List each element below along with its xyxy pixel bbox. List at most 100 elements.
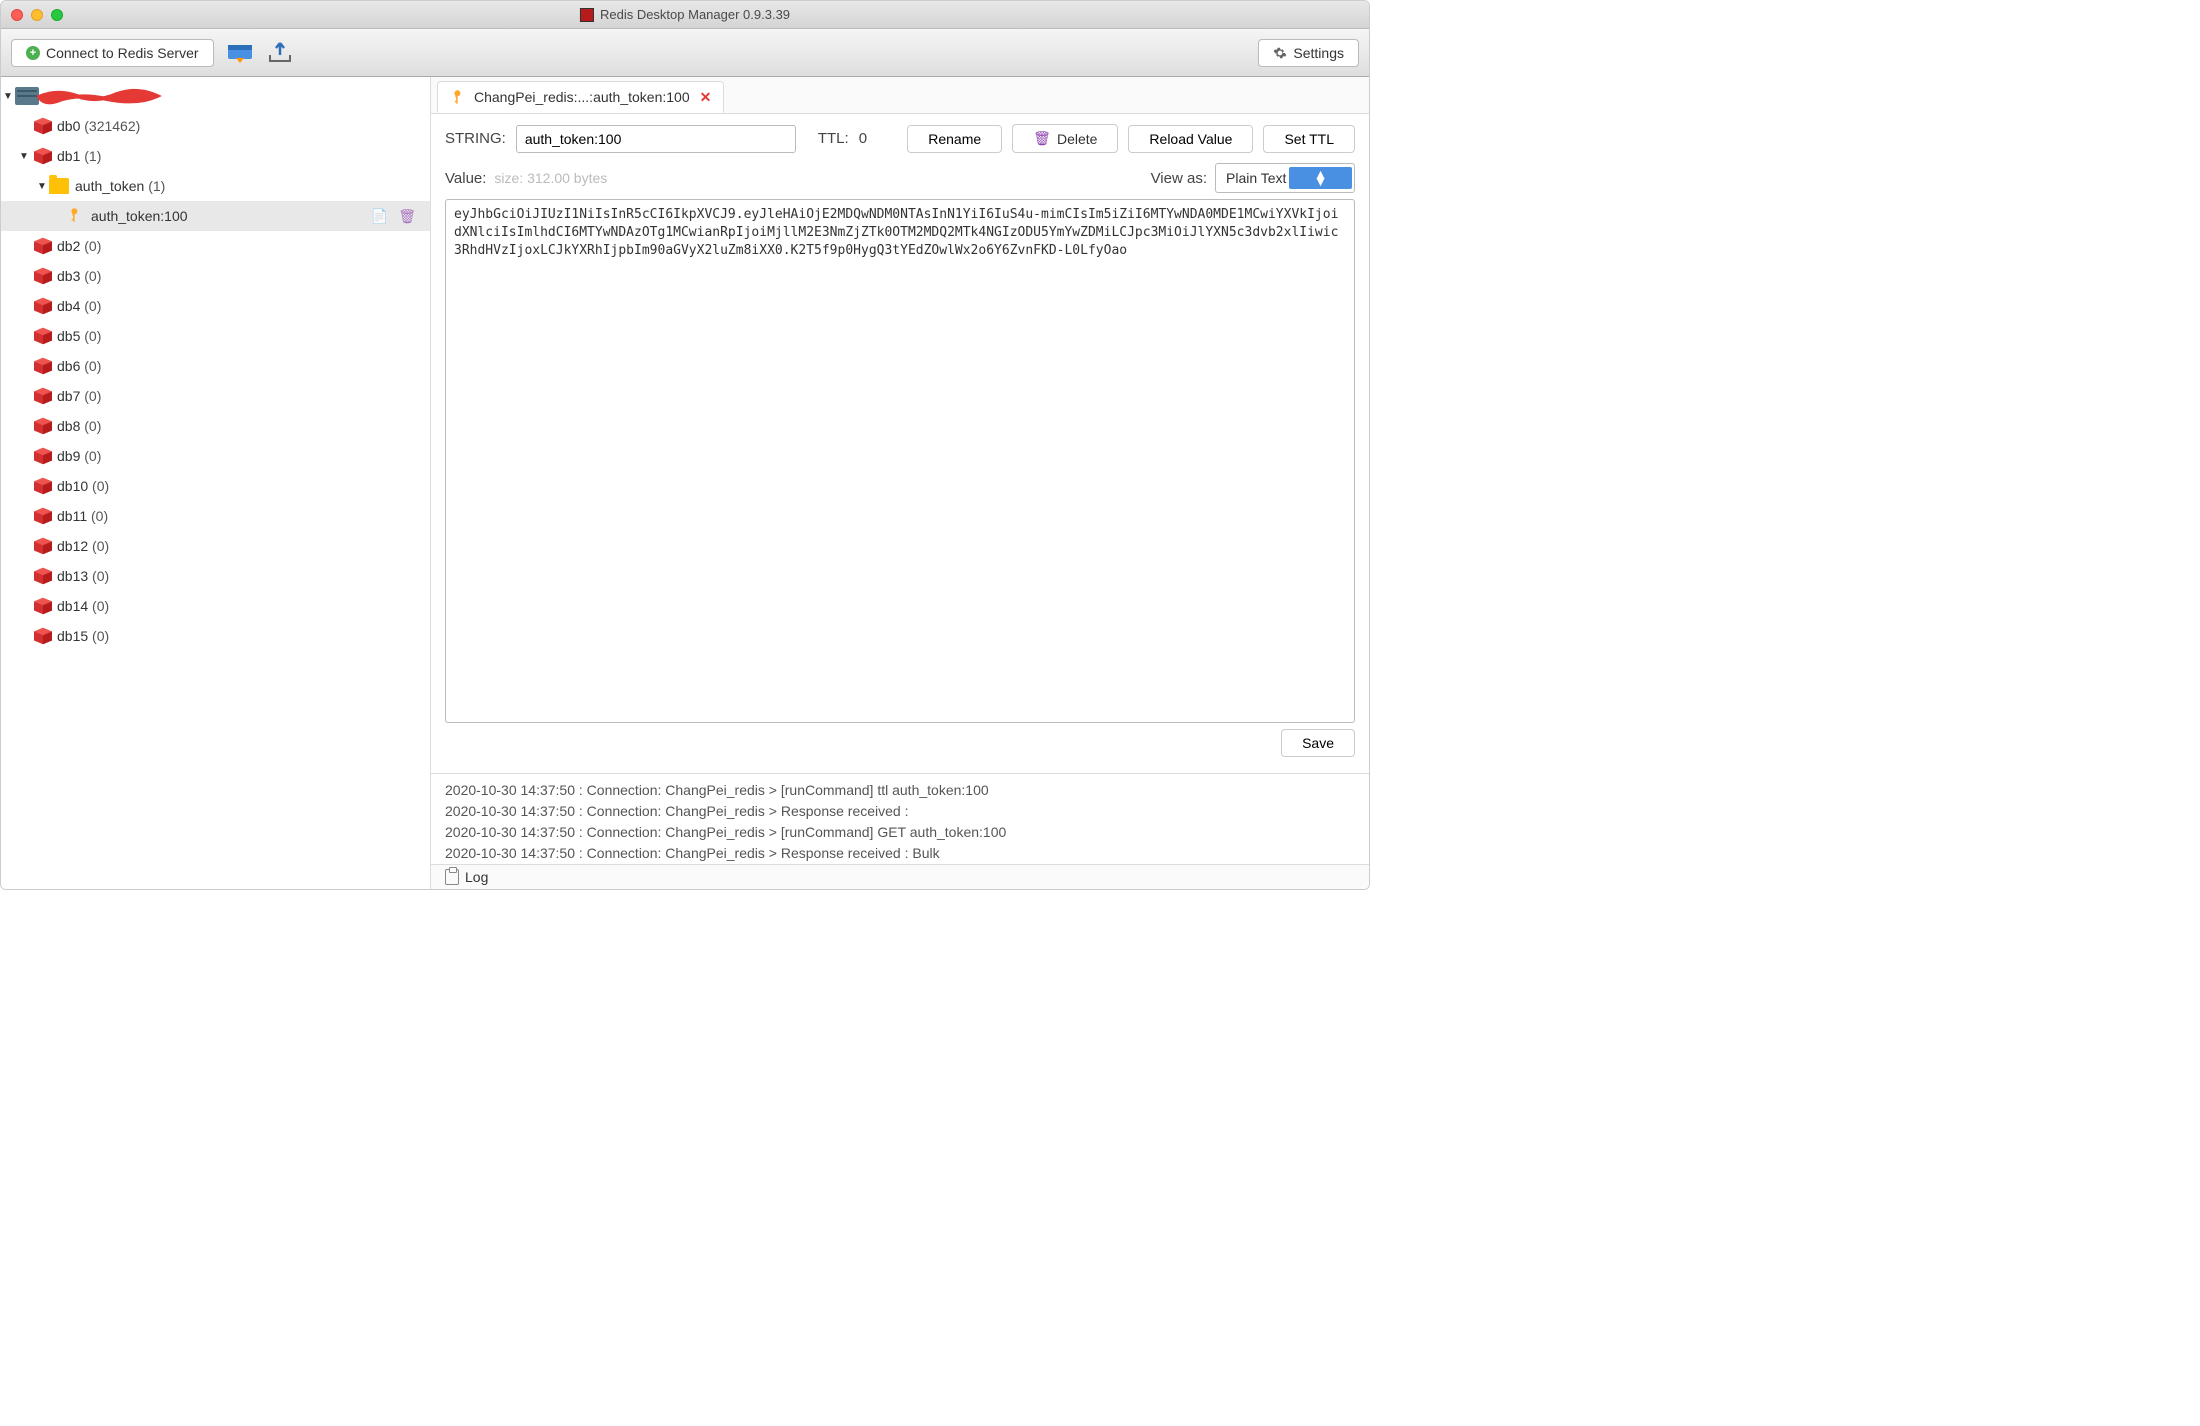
db-node[interactable]: db4 (0) bbox=[1, 291, 430, 321]
database-icon bbox=[31, 626, 55, 646]
db-count: (0) bbox=[84, 388, 101, 404]
db-count: (0) bbox=[84, 358, 101, 374]
expand-arrow-icon: ▼ bbox=[37, 181, 49, 192]
folder-node[interactable]: ▼ auth_token (1) bbox=[1, 171, 430, 201]
db-count: (0) bbox=[92, 478, 109, 494]
db-name: db4 bbox=[57, 298, 80, 314]
select-arrows-icon: ▲▼ bbox=[1289, 167, 1352, 189]
copy-icon[interactable]: 📄 bbox=[371, 208, 388, 225]
settings-button[interactable]: Settings bbox=[1258, 39, 1359, 67]
import-icon[interactable] bbox=[226, 39, 254, 67]
key-tab[interactable]: ChangPei_redis:...:auth_token:100 ✕ bbox=[437, 81, 724, 113]
db-name: db7 bbox=[57, 388, 80, 404]
database-icon bbox=[31, 416, 55, 436]
log-tab-label: Log bbox=[465, 869, 488, 885]
key-content: STRING: TTL: 0 Rename 🗑 Delete Reload Va… bbox=[431, 113, 1369, 773]
folder-name: auth_token bbox=[75, 178, 144, 194]
key-node[interactable]: auth_token:100 📄 🗑 bbox=[1, 201, 430, 231]
db-count: (0) bbox=[92, 538, 109, 554]
database-icon bbox=[31, 476, 55, 496]
database-icon bbox=[31, 566, 55, 586]
log-tab[interactable]: Log bbox=[431, 864, 1369, 889]
clipboard-icon bbox=[445, 869, 459, 885]
trash-icon: 🗑 bbox=[1033, 130, 1051, 147]
row-actions: 📄 🗑 bbox=[371, 208, 430, 225]
db-node[interactable]: db10 (0) bbox=[1, 471, 430, 501]
key-icon bbox=[450, 88, 468, 106]
close-window-button[interactable] bbox=[11, 9, 23, 21]
database-icon bbox=[31, 356, 55, 376]
db-count: (1) bbox=[84, 148, 101, 164]
view-as-select[interactable]: Plain Text ▲▼ bbox=[1215, 163, 1355, 193]
db-name: db8 bbox=[57, 418, 80, 434]
tab-title: ChangPei_redis:...:auth_token:100 bbox=[474, 89, 690, 105]
set-ttl-button[interactable]: Set TTL bbox=[1263, 125, 1355, 153]
database-icon bbox=[31, 236, 55, 256]
server-name-redacted bbox=[43, 87, 158, 105]
folder-icon bbox=[49, 178, 69, 194]
database-icon bbox=[31, 536, 55, 556]
db-node[interactable]: db7 (0) bbox=[1, 381, 430, 411]
db-count: (0) bbox=[84, 268, 101, 284]
plus-icon: + bbox=[26, 46, 40, 60]
db-node[interactable]: ▼ db1 (1) bbox=[1, 141, 430, 171]
app-icon bbox=[580, 8, 594, 22]
reload-value-button[interactable]: Reload Value bbox=[1128, 125, 1253, 153]
gear-icon bbox=[1273, 46, 1287, 60]
db-node[interactable]: db3 (0) bbox=[1, 261, 430, 291]
db-node[interactable]: db12 (0) bbox=[1, 531, 430, 561]
log-line: 2020-10-30 14:37:50 : Connection: ChangP… bbox=[445, 843, 1355, 864]
value-meta-row: Value: size: 312.00 bytes View as: Plain… bbox=[445, 163, 1355, 193]
delete-button[interactable]: 🗑 Delete bbox=[1012, 124, 1118, 153]
titlebar: Redis Desktop Manager 0.9.3.39 bbox=[1, 1, 1369, 29]
db-name: db13 bbox=[57, 568, 88, 584]
log-line: 2020-10-30 14:37:50 : Connection: ChangP… bbox=[445, 780, 1355, 801]
save-button[interactable]: Save bbox=[1281, 729, 1355, 757]
db-name: db3 bbox=[57, 268, 80, 284]
db-node[interactable]: db14 (0) bbox=[1, 591, 430, 621]
db-name: db0 bbox=[57, 118, 80, 134]
db-count: (0) bbox=[84, 328, 101, 344]
db-count: (321462) bbox=[84, 118, 140, 134]
database-icon bbox=[31, 296, 55, 316]
db-name: db2 bbox=[57, 238, 80, 254]
tab-bar: ChangPei_redis:...:auth_token:100 ✕ bbox=[431, 77, 1369, 113]
db-node[interactable]: db9 (0) bbox=[1, 441, 430, 471]
folder-count: (1) bbox=[148, 178, 165, 194]
value-textarea[interactable]: eyJhbGciOiJIUzI1NiIsInR5cCI6IkpXVCJ9.eyJ… bbox=[445, 199, 1355, 723]
db-name: db15 bbox=[57, 628, 88, 644]
maximize-window-button[interactable] bbox=[51, 9, 63, 21]
server-icon bbox=[15, 87, 39, 105]
db-node[interactable]: db2 (0) bbox=[1, 231, 430, 261]
database-icon bbox=[31, 116, 55, 136]
body: ▼ db0 (321462)▼ db1 (1)▼ auth_token (1) … bbox=[1, 77, 1369, 889]
db-name: db10 bbox=[57, 478, 88, 494]
db-count: (0) bbox=[84, 238, 101, 254]
database-icon bbox=[31, 266, 55, 286]
delete-key-icon[interactable]: 🗑 bbox=[398, 208, 416, 225]
ttl-value: 0 bbox=[859, 130, 867, 147]
value-label: Value: bbox=[445, 170, 486, 187]
tab-close-icon[interactable]: ✕ bbox=[700, 89, 712, 106]
db-node[interactable]: db11 (0) bbox=[1, 501, 430, 531]
db-count: (0) bbox=[84, 418, 101, 434]
view-as-label: View as: bbox=[1151, 170, 1207, 187]
db-node[interactable]: db5 (0) bbox=[1, 321, 430, 351]
connect-button[interactable]: + Connect to Redis Server bbox=[11, 39, 214, 67]
database-icon bbox=[31, 386, 55, 406]
server-node[interactable]: ▼ bbox=[1, 81, 430, 111]
key-name-input[interactable] bbox=[516, 125, 796, 153]
view-as-group: View as: Plain Text ▲▼ bbox=[1151, 163, 1355, 193]
db-count: (0) bbox=[84, 448, 101, 464]
main: ChangPei_redis:...:auth_token:100 ✕ STRI… bbox=[431, 77, 1369, 889]
db-name: db14 bbox=[57, 598, 88, 614]
db-node[interactable]: db13 (0) bbox=[1, 561, 430, 591]
log-line: 2020-10-30 14:37:50 : Connection: ChangP… bbox=[445, 822, 1355, 843]
export-icon[interactable] bbox=[266, 39, 294, 67]
db-node[interactable]: db6 (0) bbox=[1, 351, 430, 381]
db-node[interactable]: db15 (0) bbox=[1, 621, 430, 651]
rename-button[interactable]: Rename bbox=[907, 125, 1002, 153]
minimize-window-button[interactable] bbox=[31, 9, 43, 21]
db-node[interactable]: db0 (321462) bbox=[1, 111, 430, 141]
db-node[interactable]: db8 (0) bbox=[1, 411, 430, 441]
